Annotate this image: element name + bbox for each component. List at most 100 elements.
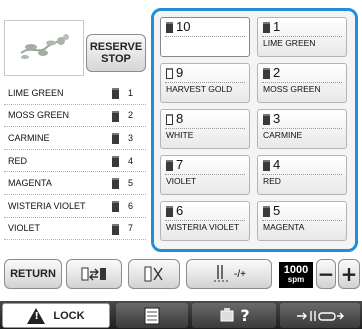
bottom-toolbar: RETURN -/+ 1000 spm − + (0, 259, 362, 297)
cell-number: 6 (176, 203, 184, 218)
spool-icon (263, 206, 270, 217)
return-button[interactable]: RETURN (4, 259, 62, 289)
thread-list-row: CARMINE 3 (4, 127, 146, 150)
thread-number: 5 (128, 178, 134, 189)
cell-color-name: RED (263, 176, 281, 186)
cell-divider (165, 220, 245, 221)
reserve-stop-label: RESERVE STOP (89, 41, 143, 65)
thread-color-cell[interactable]: 10 (160, 17, 250, 57)
cell-number: 1 (273, 19, 281, 34)
thread-number: 4 (128, 155, 134, 166)
needle-icon (214, 265, 231, 282)
thread-list-row: LIME GREEN 1 (4, 82, 146, 105)
cell-divider (262, 36, 342, 37)
cell-number: 2 (273, 65, 281, 80)
thread-number: 7 (128, 223, 134, 234)
cell-number: 4 (273, 157, 281, 172)
reserve-stop-button[interactable]: RESERVE STOP (86, 34, 146, 72)
needle-position-button[interactable]: -/+ (186, 259, 272, 289)
checklist-icon (144, 307, 160, 324)
thread-color-cell[interactable]: 4 RED (257, 155, 347, 195)
thread-list-row: MOSS GREEN 2 (4, 105, 146, 128)
thread-color-cell[interactable]: 3 CARMINE (257, 109, 347, 149)
cell-divider (165, 128, 245, 129)
cell-color-name: VIOLET (166, 176, 197, 186)
spool-icon (112, 223, 119, 235)
cell-number: 8 (176, 111, 184, 126)
thread-color-cell[interactable]: 1 LIME GREEN (257, 17, 347, 57)
thread-order-list: LIME GREEN 1 MOSS GREEN 2 CARMINE 3 RED 4 MAGENT… (4, 82, 146, 241)
thread-number: 6 (128, 200, 134, 211)
thread-name: CARMINE (8, 132, 50, 143)
speed-increase-button[interactable]: + (338, 259, 360, 289)
presser-foot-button[interactable] (280, 303, 360, 328)
cell-divider (262, 128, 342, 129)
thread-number: 1 (128, 87, 134, 98)
spool-icon (112, 133, 119, 145)
thread-name: RED (8, 155, 28, 166)
thread-color-cell[interactable]: 5 MAGENTA (257, 201, 347, 241)
plus-icon: + (340, 262, 358, 286)
floral-pattern-icon (20, 34, 69, 59)
thread-name: MOSS GREEN (8, 110, 70, 121)
thread-color-cell[interactable]: 7 VIOLET (160, 155, 250, 195)
minus-icon: − (317, 262, 335, 286)
spool-icon (112, 88, 119, 99)
cell-color-name: HARVEST GOLD (166, 84, 233, 94)
spool-icon (263, 68, 270, 79)
spool-icon (112, 155, 119, 167)
spool-swap-icon (81, 267, 106, 281)
warning-icon (27, 307, 46, 324)
spool-icon (263, 114, 270, 125)
lock-button[interactable]: LOCK (2, 303, 110, 328)
thread-color-cell[interactable]: 6 WISTERIA VIOLET (160, 201, 250, 241)
cell-divider (262, 220, 342, 221)
cell-color-name: WHITE (166, 130, 194, 140)
thread-list-row: RED 4 (4, 150, 146, 173)
cell-divider (165, 82, 245, 83)
thread-name: LIME GREEN (8, 87, 64, 98)
speed-unit: spm (287, 275, 305, 284)
thread-color-cell[interactable]: 2 MOSS GREEN (257, 63, 347, 103)
needle-label: -/+ (234, 268, 246, 280)
thread-number: 3 (128, 132, 134, 143)
speed-value: 1000 (283, 264, 309, 276)
spool-icon (112, 200, 119, 212)
thread-name: WISTERIA VIOLET (8, 200, 86, 211)
cell-number: 7 (176, 157, 184, 172)
cell-divider (165, 174, 245, 175)
thread-number: 2 (128, 110, 134, 121)
thread-color-cell[interactable]: 9 HARVEST GOLD (160, 63, 250, 103)
thread-color-cell[interactable]: 8 WHITE (160, 109, 250, 149)
help-button[interactable]: ? (192, 303, 276, 328)
machine-icon (220, 307, 234, 321)
presser-foot-icon (297, 310, 344, 321)
speed-decrease-button[interactable]: − (316, 259, 336, 289)
lock-label: LOCK (53, 309, 85, 322)
return-label: RETURN (10, 268, 56, 280)
speed-display: 1000 spm (279, 262, 313, 288)
thread-sort-button[interactable] (66, 259, 122, 289)
checklist-button[interactable] (116, 303, 188, 328)
cell-color-name: MAGENTA (263, 222, 305, 232)
cell-divider (262, 174, 342, 175)
thread-list-row: VIOLET 7 (4, 218, 146, 241)
spool-scissors-icon (144, 266, 163, 282)
help-icon: ? (240, 306, 250, 325)
cell-number: 3 (273, 111, 281, 126)
cell-color-name: MOSS GREEN (263, 84, 321, 94)
thread-cut-button[interactable] (128, 259, 180, 289)
thread-list-row: MAGENTA 5 (4, 172, 146, 195)
spool-icon (166, 114, 173, 125)
thread-list-row: WISTERIA VIOLET 6 (4, 195, 146, 218)
cell-divider (262, 82, 342, 83)
spool-icon (166, 68, 173, 79)
cell-number: 9 (176, 65, 184, 80)
spool-icon (263, 160, 270, 171)
cell-color-name: LIME GREEN (263, 38, 316, 48)
spool-icon (112, 110, 119, 122)
thread-color-grid: 10 1 LIME GREEN 9 HARVEST GOLD 2 MOSS GREEN 8 WH… (151, 8, 358, 252)
status-bar: LOCK ? (0, 301, 362, 329)
cell-color-name: CARMINE (263, 130, 303, 140)
thread-name: MAGENTA (8, 178, 52, 189)
